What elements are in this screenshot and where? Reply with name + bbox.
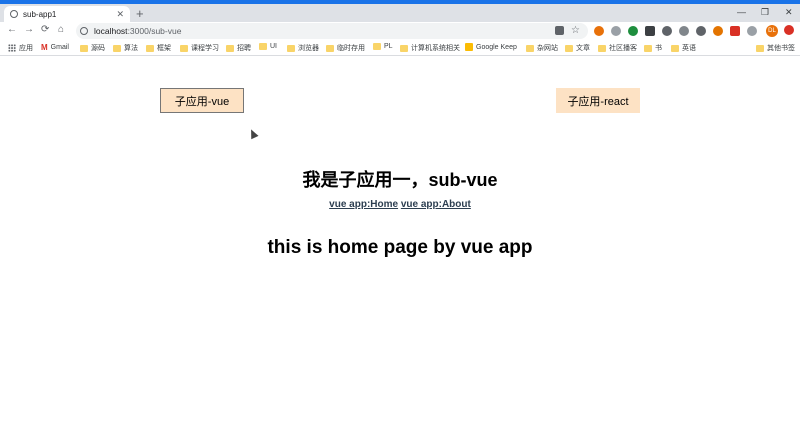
reload-button[interactable]: ⟳ [41, 24, 49, 35]
bookmark-folder[interactable]: 源码 [80, 43, 105, 53]
address-bar[interactable]: localhost:3000/sub-vue ☆ [76, 23, 588, 39]
new-tab-button[interactable]: + [136, 7, 144, 20]
bookmark-google-keep[interactable]: Google Keep [465, 43, 517, 51]
maximize-button[interactable]: ❐ [761, 7, 769, 18]
bookmark-folder[interactable]: 框架 [146, 43, 171, 53]
folder-icon [80, 44, 88, 52]
extension-icon[interactable] [645, 26, 655, 36]
folder-icon [671, 44, 679, 52]
folder-icon [326, 44, 334, 52]
globe-icon [10, 10, 18, 18]
bookmark-folder[interactable]: 算法 [113, 43, 138, 53]
sub-react-button[interactable]: 子应用-react [556, 88, 640, 113]
folder-icon [113, 44, 121, 52]
extension-icon[interactable] [696, 26, 706, 36]
site-info-icon[interactable] [80, 27, 88, 35]
folder-icon [644, 44, 652, 52]
extension-icon[interactable] [747, 26, 757, 36]
bookmark-apps[interactable]: 应用 [8, 43, 33, 53]
folder-icon [756, 44, 764, 52]
folder-icon [598, 44, 606, 52]
bookmark-folder[interactable]: 招聘 [226, 43, 251, 53]
sub-vue-button[interactable]: 子应用-vue [160, 88, 244, 113]
extension-icon[interactable] [611, 26, 621, 36]
profile-avatar[interactable]: DL [766, 25, 778, 37]
about-link[interactable]: vue app:About [401, 199, 471, 210]
apps-grid-icon [8, 44, 16, 52]
bookmark-folder[interactable]: 文章 [565, 43, 590, 53]
folder-icon [180, 44, 188, 52]
tab-bar: sub-app1 ✕ + — ❐ ✕ [0, 4, 800, 22]
home-button[interactable]: ⌂ [58, 24, 64, 35]
folder-icon [526, 44, 534, 52]
bookmark-folder[interactable]: UI [259, 43, 277, 50]
extension-icon[interactable] [730, 26, 740, 36]
tab-close-icon[interactable]: ✕ [116, 9, 124, 20]
extension-icon[interactable] [594, 26, 604, 36]
window-close-button[interactable]: ✕ [785, 7, 793, 18]
bookmark-folder[interactable]: 书 [644, 43, 662, 53]
bookmark-folder[interactable]: PL [373, 43, 393, 50]
router-links: vue app:Home vue app:About [0, 199, 800, 210]
bookmark-star-icon[interactable]: ☆ [571, 25, 580, 36]
update-menu-icon[interactable] [784, 25, 794, 35]
folder-icon [146, 44, 154, 52]
tab-title: sub-app1 [23, 9, 57, 19]
url-path: :3000/sub-vue [127, 26, 182, 36]
folder-icon [373, 43, 381, 50]
bookmark-folder[interactable]: 临时存用 [326, 43, 365, 53]
bookmark-other[interactable]: 其他书签 [756, 43, 795, 53]
bookmarks-bar: 应用 M Gmail 源码 算法 框架 课程学习 招聘 UI 浏览器 临时存用 P… [0, 40, 800, 56]
extension-icon[interactable] [662, 26, 672, 36]
mouse-cursor-icon [247, 127, 259, 140]
folder-icon [400, 44, 408, 52]
bookmark-folder[interactable]: 杂网站 [526, 43, 558, 53]
minimize-button[interactable]: — [737, 7, 746, 17]
translate-icon[interactable] [555, 26, 564, 35]
folder-icon [287, 44, 295, 52]
url-host: localhost [94, 26, 128, 36]
back-button[interactable]: ← [7, 24, 17, 35]
sub-app-heading: 我是子应用一，sub-vue [302, 170, 498, 190]
forward-button[interactable]: → [24, 24, 34, 35]
folder-icon [259, 43, 267, 50]
bookmark-gmail[interactable]: M Gmail [41, 43, 69, 52]
bookmark-folder[interactable]: 浏览器 [287, 43, 319, 53]
extension-icon[interactable] [679, 26, 689, 36]
browser-toolbar: ← → ⟳ ⌂ localhost:3000/sub-vue ☆ DL [0, 22, 800, 40]
bookmark-folder[interactable]: 计算机系统相关 [400, 43, 460, 53]
page-heading: this is home page by vue app [267, 237, 533, 258]
browser-tab[interactable]: sub-app1 ✕ [4, 6, 130, 22]
folder-icon [565, 44, 573, 52]
bookmark-folder[interactable]: 社区播客 [598, 43, 637, 53]
bookmark-folder[interactable]: 课程学习 [180, 43, 219, 53]
bookmark-folder[interactable]: 英语 [671, 43, 696, 53]
folder-icon [226, 44, 234, 52]
extension-icon[interactable] [628, 26, 638, 36]
google-keep-icon [465, 43, 473, 51]
gmail-icon: M [41, 43, 48, 52]
page-content: 子应用-vue 子应用-react 我是子应用一，sub-vue vue app… [0, 57, 800, 433]
extension-icon[interactable] [713, 26, 723, 36]
home-link[interactable]: vue app:Home [329, 199, 398, 210]
